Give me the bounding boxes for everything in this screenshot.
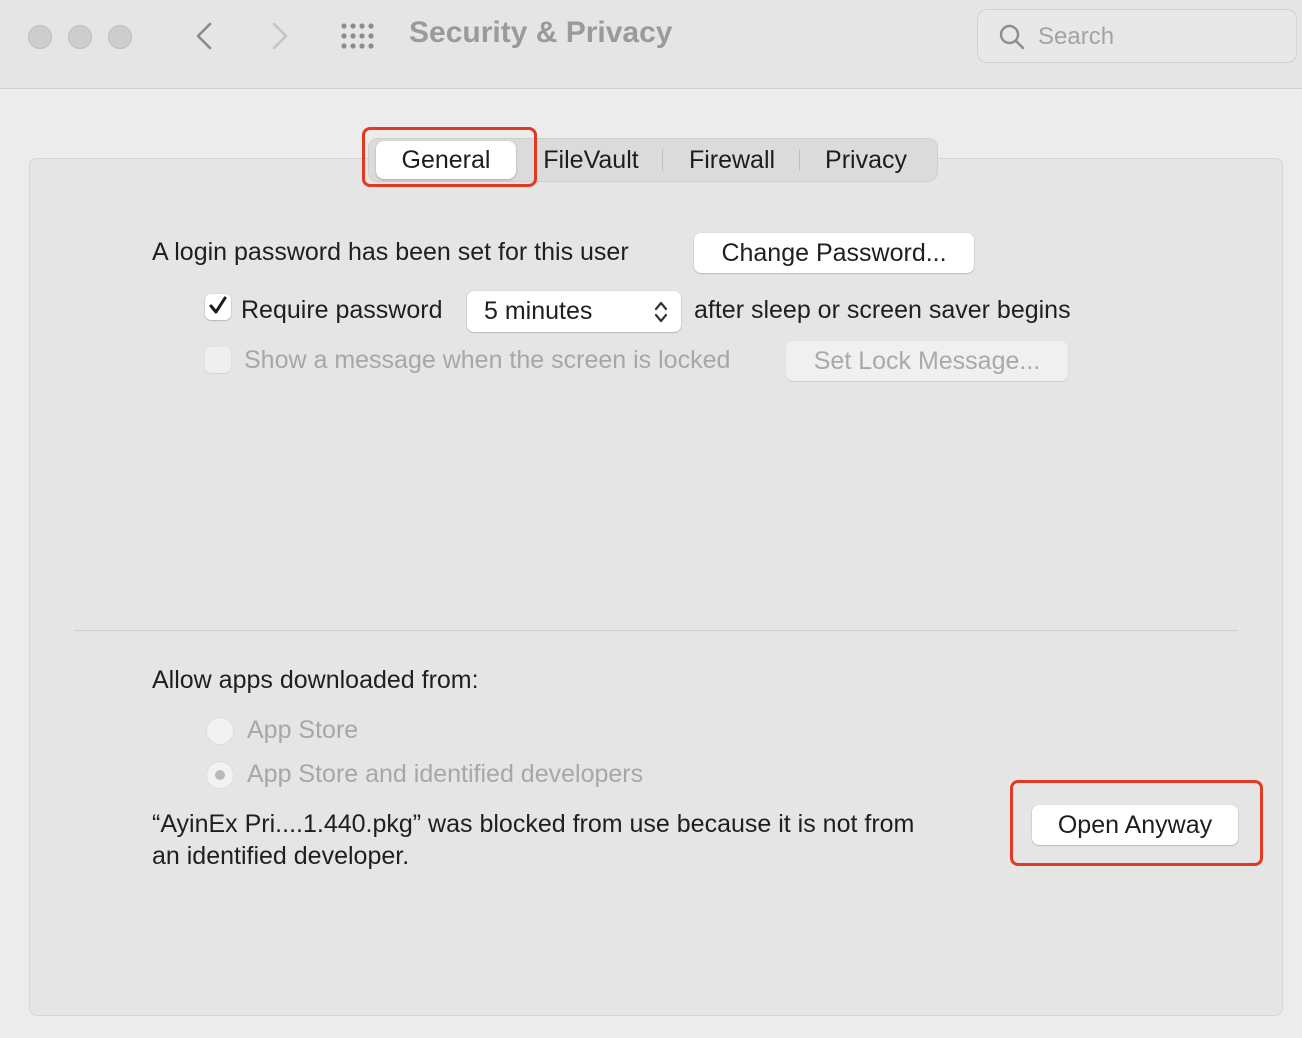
blocked-message-line2: an identified developer. bbox=[152, 842, 410, 870]
radio-app-store-label: App Store bbox=[247, 716, 359, 744]
show-all-button[interactable] bbox=[340, 22, 380, 50]
change-password-button[interactable]: Change Password... bbox=[694, 233, 974, 273]
require-password-label: Require password bbox=[241, 296, 443, 324]
chevron-right-icon bbox=[272, 22, 288, 50]
tab-general[interactable]: General bbox=[376, 141, 516, 179]
open-anyway-button[interactable]: Open Anyway bbox=[1032, 805, 1238, 845]
show-message-checkbox[interactable] bbox=[205, 347, 231, 373]
radio-app-store-identified[interactable] bbox=[206, 761, 234, 789]
chevron-left-icon bbox=[196, 22, 212, 50]
minimize-window-button[interactable] bbox=[68, 25, 92, 49]
radio-app-store-identified-label: App Store and identified developers bbox=[247, 760, 644, 788]
up-down-chevron-icon bbox=[654, 301, 668, 323]
login-password-text: A login password has been set for this u… bbox=[152, 238, 629, 266]
tab-separator bbox=[662, 149, 663, 171]
window-title: Security & Privacy bbox=[409, 16, 673, 49]
section-divider bbox=[74, 630, 1238, 631]
require-delay-value: 5 minutes bbox=[484, 297, 593, 325]
after-sleep-text: after sleep or screen saver begins bbox=[694, 296, 1071, 324]
radio-app-store[interactable] bbox=[206, 717, 234, 745]
search-icon bbox=[999, 24, 1025, 50]
content-panel bbox=[29, 158, 1283, 1016]
search-input[interactable] bbox=[1038, 22, 1278, 52]
blocked-message-line1: “AyinEx Pri....1.440.pkg” was blocked fr… bbox=[152, 810, 915, 838]
title-bar: Security & Privacy bbox=[0, 0, 1302, 89]
tab-firewall[interactable]: Firewall bbox=[672, 141, 792, 179]
zoom-window-button[interactable] bbox=[108, 25, 132, 49]
show-message-label: Show a message when the screen is locked bbox=[244, 346, 731, 374]
search-field[interactable] bbox=[977, 9, 1297, 63]
require-password-checkbox[interactable] bbox=[205, 294, 231, 320]
tab-privacy[interactable]: Privacy bbox=[808, 141, 924, 179]
tab-filevault[interactable]: FileVault bbox=[530, 141, 652, 179]
allow-apps-heading: Allow apps downloaded from: bbox=[152, 666, 479, 694]
require-delay-select[interactable]: 5 minutes bbox=[467, 291, 681, 332]
tab-separator bbox=[799, 149, 800, 171]
forward-button[interactable] bbox=[262, 18, 298, 54]
radio-selected-dot bbox=[215, 770, 225, 780]
checkmark-icon bbox=[209, 296, 227, 314]
set-lock-message-button[interactable]: Set Lock Message... bbox=[786, 341, 1068, 381]
close-window-button[interactable] bbox=[28, 25, 52, 49]
grid-icon bbox=[341, 23, 374, 49]
back-button[interactable] bbox=[186, 18, 222, 54]
